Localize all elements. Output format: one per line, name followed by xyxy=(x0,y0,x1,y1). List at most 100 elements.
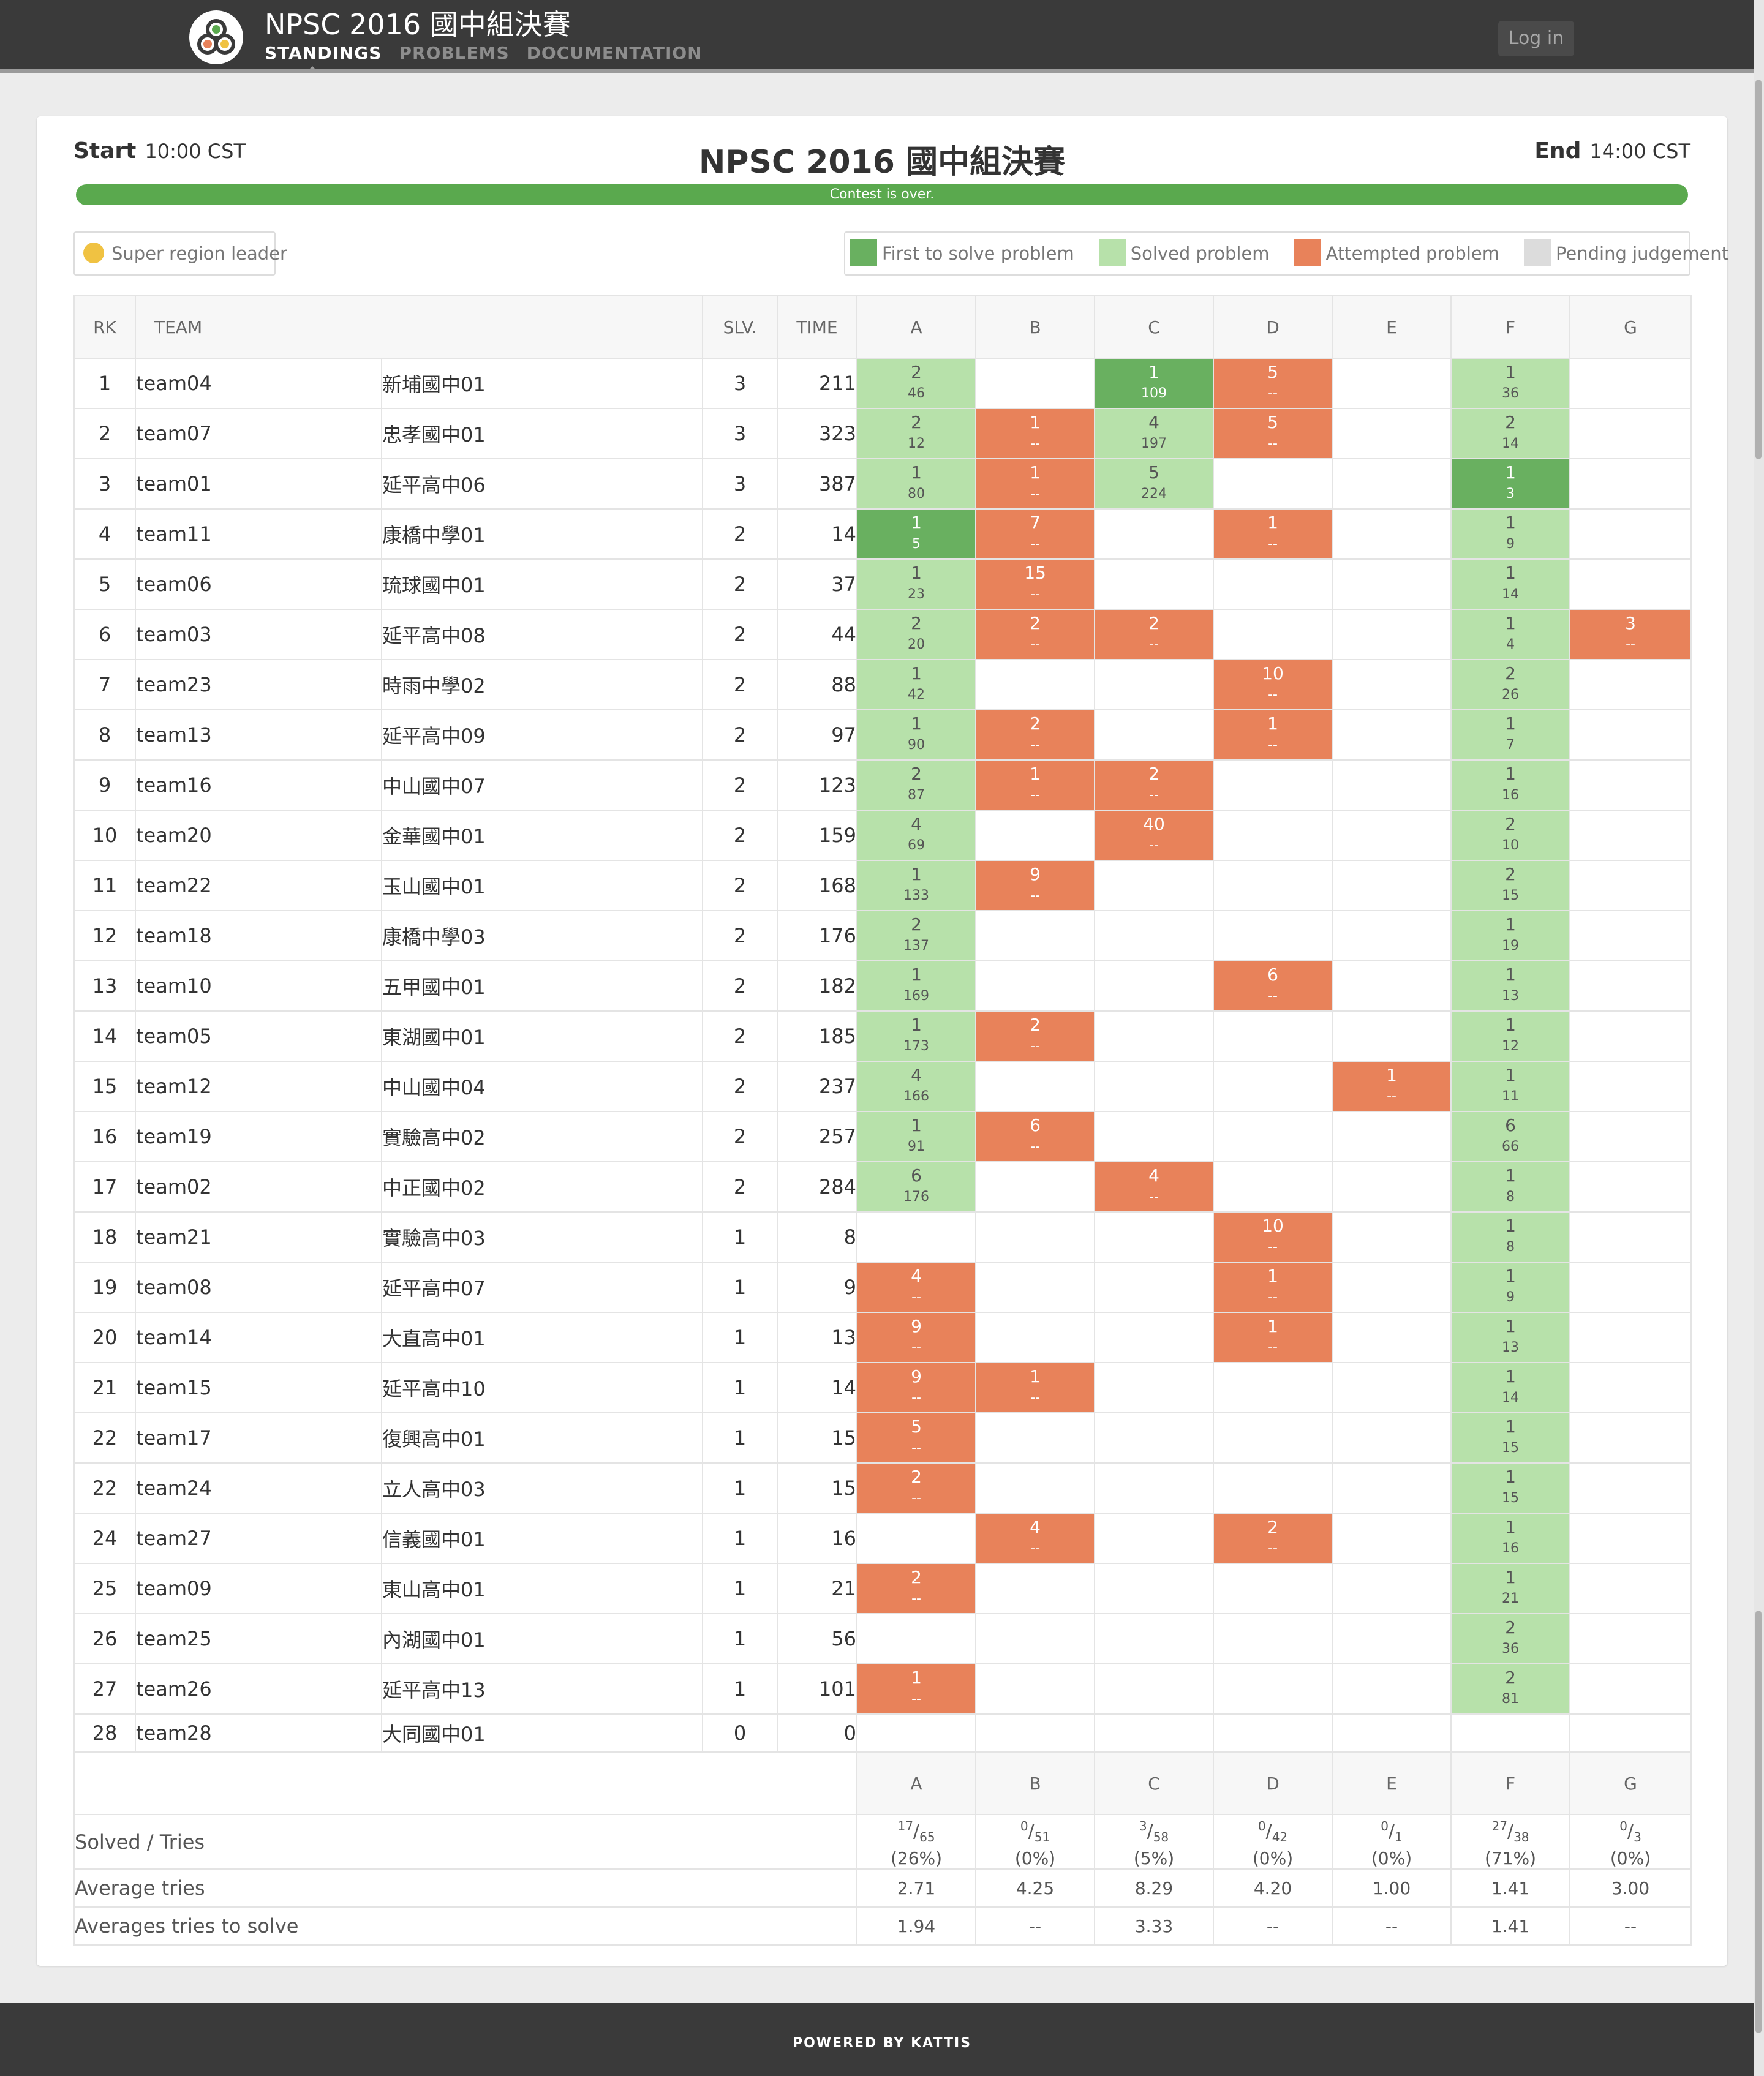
summary-problem-g[interactable]: G xyxy=(1569,1751,1692,1815)
team-cell[interactable]: team03 xyxy=(135,609,382,660)
problem-cell-g xyxy=(1569,1412,1692,1464)
problem-cell-d: 1 -- xyxy=(1213,709,1333,761)
tries-count: 9 xyxy=(911,1316,922,1336)
powered-by-kattis[interactable]: POWERED BY KATTIS xyxy=(0,2036,1764,2051)
team-cell[interactable]: team22 xyxy=(135,860,382,911)
header-problem-c[interactable]: C xyxy=(1094,295,1215,359)
team-cell[interactable]: team15 xyxy=(135,1362,382,1413)
problem-cell-g xyxy=(1569,558,1692,610)
team-cell[interactable]: team08 xyxy=(135,1262,382,1313)
header-problem-f[interactable]: F xyxy=(1450,295,1571,359)
nav-problems[interactable]: PROBLEMS xyxy=(399,43,509,63)
team-cell[interactable]: team09 xyxy=(135,1563,382,1614)
solved-count-cell: 2 xyxy=(702,558,778,610)
summary-problem-f[interactable]: F xyxy=(1450,1751,1571,1815)
solve-minute: 20 xyxy=(908,637,925,652)
problem-cell-f: 2 15 xyxy=(1450,860,1571,911)
solved-count-cell: 2 xyxy=(702,759,778,811)
header-problem-g[interactable]: G xyxy=(1569,295,1692,359)
header-problem-b[interactable]: B xyxy=(975,295,1096,359)
nav-documentation[interactable]: DOCUMENTATION xyxy=(527,43,703,63)
solve-minute: 9 xyxy=(1506,536,1515,552)
tries-count: 7 xyxy=(1030,513,1041,533)
team-cell[interactable]: team05 xyxy=(135,1010,382,1062)
team-cell[interactable]: team26 xyxy=(135,1663,382,1715)
tries-count: 1 xyxy=(911,864,922,884)
team-cell[interactable]: team04 xyxy=(135,358,382,409)
solved-count-cell: 3 xyxy=(702,358,778,409)
problem-cell-f: 1 14 xyxy=(1450,1362,1571,1413)
tries-count: 6 xyxy=(911,1165,922,1186)
team-cell[interactable]: team27 xyxy=(135,1513,382,1564)
problem-cell-b xyxy=(975,1061,1096,1112)
problem-cell-b: 1 -- xyxy=(975,458,1096,510)
header-problem-d[interactable]: D xyxy=(1213,295,1333,359)
legend-pending-label: Pending judgement xyxy=(1555,243,1729,264)
penalty-time-cell: 56 xyxy=(777,1613,858,1664)
team-cell[interactable]: team25 xyxy=(135,1613,382,1664)
tries-count: 4 xyxy=(1030,1517,1041,1537)
team-cell[interactable]: team13 xyxy=(135,709,382,761)
average-tries-label: Average tries xyxy=(73,1868,858,1908)
problem-cell-f: 1 12 xyxy=(1450,1010,1571,1062)
team-cell[interactable]: team24 xyxy=(135,1462,382,1514)
problem-cell-d xyxy=(1213,609,1333,660)
penalty-time-cell: 13 xyxy=(777,1312,858,1363)
penalty-time-cell: 185 xyxy=(777,1010,858,1062)
team-cell[interactable]: team16 xyxy=(135,759,382,811)
summary-problem-a[interactable]: A xyxy=(856,1751,977,1815)
team-cell[interactable]: team11 xyxy=(135,508,382,560)
tries-count: 1 xyxy=(1505,713,1516,734)
tries-count: 15 xyxy=(1024,563,1046,583)
team-cell[interactable]: team20 xyxy=(135,810,382,861)
problem-cell-d: 5 -- xyxy=(1213,408,1333,459)
team-cell[interactable]: team18 xyxy=(135,910,382,961)
problem-cell-e xyxy=(1332,1412,1452,1464)
site-title[interactable]: NPSC 2016 國中組決賽 xyxy=(265,6,571,43)
summary-problem-d[interactable]: D xyxy=(1213,1751,1333,1815)
team-cell[interactable]: team21 xyxy=(135,1211,382,1263)
nav-standings[interactable]: STANDINGS xyxy=(265,43,382,63)
solved-tries-b: 0/51 (0%) xyxy=(975,1814,1096,1870)
table-row: 20 team14 大直高中01 1 13 9 -- 1 -- 1 13 xyxy=(74,1312,1692,1363)
team-cell[interactable]: team10 xyxy=(135,960,382,1012)
solve-minute: -- xyxy=(1030,436,1040,451)
problem-cell-b: 7 -- xyxy=(975,508,1096,560)
team-cell[interactable]: team07 xyxy=(135,408,382,459)
team-cell[interactable]: team01 xyxy=(135,458,382,510)
header-problem-e[interactable]: E xyxy=(1332,295,1452,359)
problem-cell-c xyxy=(1094,1613,1215,1664)
team-cell[interactable]: team28 xyxy=(135,1713,382,1753)
header-problem-a[interactable]: A xyxy=(856,295,977,359)
team-cell[interactable]: team14 xyxy=(135,1312,382,1363)
solve-minute: 90 xyxy=(908,737,925,753)
summary-problem-b[interactable]: B xyxy=(975,1751,1096,1815)
team-cell[interactable]: team06 xyxy=(135,558,382,610)
problem-cell-a: 4 69 xyxy=(856,810,977,861)
problem-cell-c: 2 -- xyxy=(1094,759,1215,811)
kattis-logo-icon[interactable] xyxy=(187,10,245,65)
team-cell[interactable]: team23 xyxy=(135,659,382,710)
solve-minute: 109 xyxy=(1141,386,1167,401)
team-cell[interactable]: team19 xyxy=(135,1111,382,1162)
solved-percent: (0%) xyxy=(1014,1848,1056,1868)
problem-cell-d xyxy=(1213,1663,1333,1715)
problem-cell-b xyxy=(975,1262,1096,1313)
team-name-cell: 內湖國中01 xyxy=(380,1613,704,1664)
scrollbar-thumb[interactable] xyxy=(1755,80,1762,459)
login-button[interactable]: Log in xyxy=(1498,21,1574,56)
team-cell[interactable]: team17 xyxy=(135,1412,382,1464)
rank-cell: 14 xyxy=(74,1010,136,1062)
penalty-time-cell: 37 xyxy=(777,558,858,610)
team-cell[interactable]: team02 xyxy=(135,1161,382,1213)
summary-problem-c[interactable]: C xyxy=(1094,1751,1215,1815)
solved-count-cell: 3 xyxy=(702,458,778,510)
solved-tries-f: 27/38 (71%) xyxy=(1450,1814,1571,1870)
rank-cell: 13 xyxy=(74,960,136,1012)
scrollbar-thumb-lower[interactable] xyxy=(1755,1611,1762,2033)
problem-cell-b: 1 -- xyxy=(975,408,1096,459)
summary-problem-e[interactable]: E xyxy=(1332,1751,1452,1815)
problem-cell-f: 2 14 xyxy=(1450,408,1571,459)
team-cell[interactable]: team12 xyxy=(135,1061,382,1112)
penalty-time-cell: 211 xyxy=(777,358,858,409)
